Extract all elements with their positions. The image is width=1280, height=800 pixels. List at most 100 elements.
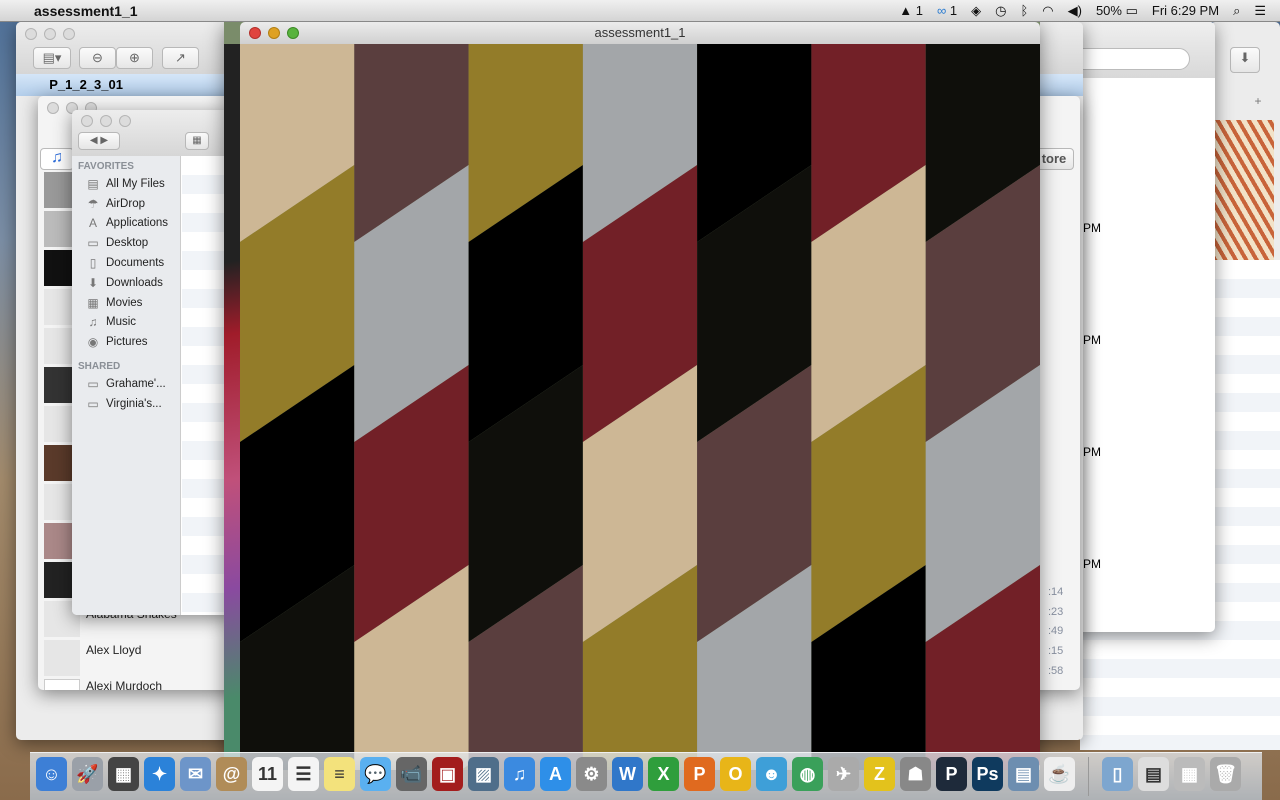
directory-utility-dock-icon[interactable]: ✈ [828, 757, 859, 791]
sidebar-icon: ⬇ [87, 275, 99, 290]
document-title: P_1_2_3_01 [49, 77, 123, 92]
sidebar-icon: A [88, 216, 97, 231]
filezilla-dock-icon[interactable]: Z [864, 757, 895, 791]
wifi-icon[interactable]: ◠ [1042, 3, 1053, 19]
sidebar-icon: ▤ [87, 176, 99, 191]
iphoto-dock-icon[interactable]: ▨ [468, 757, 499, 791]
shared-heading: SHARED [78, 361, 121, 373]
outlook-dock-icon[interactable]: O [720, 757, 751, 791]
time-machine-icon[interactable]: ◷ [995, 3, 1006, 19]
track-time: :49 [1048, 625, 1064, 638]
sidebar-icon: ▯ [89, 256, 97, 271]
bluetooth-icon[interactable]: ᛒ [1020, 3, 1028, 18]
app-menu[interactable]: assessment1_1 [34, 3, 138, 19]
sidebar-item[interactable]: ♫ Music [72, 313, 180, 333]
sidebar-item[interactable]: ☂ AirDrop [72, 194, 180, 214]
itunes-dock-icon[interactable]: ♫ [504, 757, 535, 791]
powerpoint-dock-icon[interactable]: P [684, 757, 715, 791]
sidebar-icon: ▭ [87, 377, 99, 392]
new-tab-button[interactable]: + [1238, 94, 1278, 118]
window-controls[interactable] [249, 27, 299, 39]
sidebar-item-label: AirDrop [106, 197, 145, 210]
itunes-store-button[interactable]: tore [1034, 148, 1074, 170]
cc-count: 1 [949, 3, 958, 18]
sidebar-icon: ▭ [87, 236, 99, 251]
mail-dock-icon[interactable]: ✉ [180, 757, 211, 791]
artist-row[interactable]: Alexi Murdoch [86, 668, 177, 690]
sidebar-item[interactable]: ▭ Grahame'... [72, 374, 180, 394]
automator-dock-icon[interactable]: ☗ [900, 757, 931, 791]
network-utility-dock-icon[interactable]: ◍ [792, 757, 823, 791]
address-field[interactable] [1075, 48, 1190, 70]
volume-icon[interactable]: ◀) [1068, 3, 1082, 19]
creative-cloud-icon[interactable]: ∞ 1 [937, 3, 957, 18]
sidebar-item[interactable]: A Applications [72, 214, 180, 234]
zoom-in-button[interactable]: ⊕ [116, 47, 153, 69]
sidebar-icon: ▭ [87, 396, 99, 411]
contacts-dock-icon[interactable]: @ [216, 757, 247, 791]
app-store-dock-icon[interactable]: A [540, 757, 571, 791]
spotlight-icon[interactable]: ⌕ [1233, 3, 1240, 19]
time-label: PM [1083, 557, 1101, 571]
sidebar-icon: ♫ [88, 315, 98, 330]
sidebar-item[interactable]: ▭ Virginia's... [72, 394, 180, 414]
layers-icon[interactable]: ◈ [971, 3, 981, 19]
photo-booth-dock-icon[interactable]: ▣ [432, 757, 463, 791]
track-time: :58 [1048, 664, 1064, 677]
messages-dock-icon[interactable]: 💬 [360, 757, 391, 791]
sidebar-item[interactable]: ▦ Movies [72, 293, 180, 313]
sidebar-item[interactable]: ▤ All My Files [72, 174, 180, 194]
share-button[interactable]: ↗ [162, 47, 199, 69]
finder-window: ◀ ▶ ▦ FAVORITES ▤ All My Files ☂ AirDrop A Ap… [72, 110, 232, 615]
image-thumbnail [1214, 120, 1274, 280]
excel-dock-icon[interactable]: X [648, 757, 679, 791]
messenger-dock-icon[interactable]: ☻ [756, 757, 787, 791]
sidebar-icon: ☂ [87, 196, 99, 211]
photoshop-dock-icon[interactable]: Ps [972, 757, 1003, 791]
sidebar-item[interactable]: ▭ Desktop [72, 233, 180, 253]
window-controls[interactable] [81, 115, 131, 127]
sidebar-toggle-button[interactable]: ▤▾ [33, 47, 71, 69]
browser-window: PM PM PM PM [1075, 22, 1215, 632]
calendar-dock-icon[interactable]: 11 [252, 757, 283, 791]
sidebar-item[interactable]: ▯ Documents [72, 253, 180, 273]
mission-control-dock-icon[interactable]: ▦ [108, 757, 139, 791]
battery-percent: 50% [1095, 2, 1122, 18]
music-source-icon[interactable]: ♫ [40, 148, 74, 170]
window-controls[interactable] [25, 28, 75, 40]
dock-separator [1088, 757, 1089, 796]
background-strip [224, 44, 240, 770]
clock[interactable]: Fri 6:29 PM [1152, 3, 1219, 18]
back-forward-buttons[interactable]: ◀ ▶ [78, 132, 120, 150]
launchpad-dock-icon[interactable]: 🚀 [72, 757, 103, 791]
favorites-heading: FAVORITES [78, 161, 134, 172]
finder-dock-icon[interactable]: ☺ [36, 757, 67, 791]
trash-dock-icon[interactable]: 🗑 [1210, 757, 1241, 791]
artist-row[interactable]: Alex Lloyd [86, 632, 177, 668]
facetime-dock-icon[interactable]: 📹 [396, 757, 427, 791]
document-stack-dock-icon[interactable]: ▤ [1138, 757, 1169, 791]
sidebar-icon: ▦ [87, 295, 99, 310]
zoom-out-button[interactable]: ⊖ [79, 47, 116, 69]
adobe-count: 1 [915, 3, 923, 18]
adobe-icon[interactable]: ▲ 1 [899, 3, 923, 18]
sidebar-item[interactable]: ◉ Pictures [72, 332, 180, 352]
system-preferences-dock-icon[interactable]: ⚙ [576, 757, 607, 791]
sidebar-item-label: Grahame'... [106, 378, 166, 391]
processing-dock-icon[interactable]: P [936, 757, 967, 791]
preview-dock-icon[interactable]: ▤ [1008, 757, 1039, 791]
notes-dock-icon[interactable]: ≡ [324, 757, 355, 791]
downloads-stack-dock-icon[interactable]: ▦ [1174, 757, 1205, 791]
icon-view-button[interactable]: ▦ [185, 132, 209, 150]
notification-center-icon[interactable]: ☰ [1254, 3, 1266, 19]
download-button[interactable]: ⬇ [1230, 47, 1260, 73]
safari-dock-icon[interactable]: ✦ [144, 757, 175, 791]
java-dock-icon[interactable]: ☕ [1044, 757, 1075, 791]
reminders-dock-icon[interactable]: ☰ [288, 757, 319, 791]
word-dock-icon[interactable]: W [612, 757, 643, 791]
sidebar-item[interactable]: ⬇ Downloads [72, 273, 180, 293]
time-label: PM [1083, 445, 1101, 459]
battery-status[interactable]: 50% ▭ [1096, 3, 1138, 19]
applications-folder-dock-icon[interactable]: ▯ [1102, 757, 1133, 791]
finder-sidebar: FAVORITES ▤ All My Files ☂ AirDrop A Applicat… [72, 156, 181, 615]
